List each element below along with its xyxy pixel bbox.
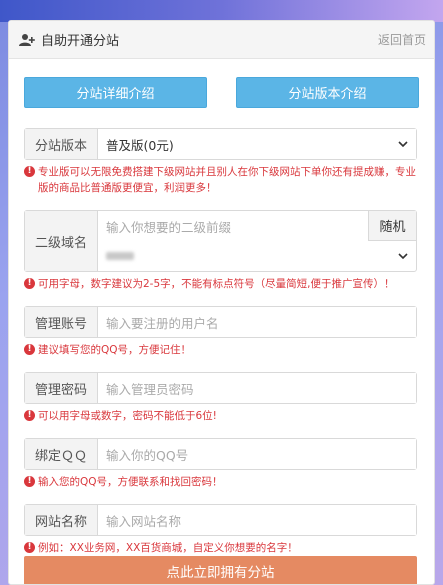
site-name-group: 网站名称 输入网站名称 [24,504,417,536]
warning-icon: ! [24,542,35,553]
warning-icon: ! [24,344,35,355]
version-label: 分站版本 [25,129,98,159]
qq-input[interactable]: 输入你的QQ号 [98,439,416,469]
qq-hint-text: 输入您的QQ号，方便联系和找回密码！ [38,476,223,488]
user-plus-icon [19,33,35,46]
account-label: 管理账号 [25,307,98,337]
substation-detail-button[interactable]: 分站详细介绍 [24,77,207,108]
chevron-down-icon [398,252,408,259]
warning-icon: ! [24,410,35,421]
qq-hint: ! 输入您的QQ号，方便联系和找回密码！ [24,474,419,490]
warning-icon: ! [24,476,35,487]
warning-icon: ! [24,278,35,289]
domain-hint-text: 可用字母，数字建议为2-5字，不能有标点符号（尽量简短,便于推广宣传）！ [38,278,395,290]
panel-header: 自助开通分站 返回首页 [9,21,434,59]
substation-version-button[interactable]: 分站版本介绍 [236,77,419,108]
domain-group: 二级域名 输入你想要的二级前缀 随机 [24,210,417,272]
warning-icon: ! [24,166,35,177]
panel-title-text: 自助开通分站 [41,34,120,49]
open-substation-panel: 自助开通分站 返回首页 分站详细介绍 分站版本介绍 分站版本 普及版(0元) !… [8,20,435,585]
domain-label: 二级域名 [25,211,98,271]
password-label: 管理密码 [25,373,98,403]
site-name-input[interactable]: 输入网站名称 [98,505,416,535]
qq-group: 绑定ＱＱ 输入你的QQ号 [24,438,417,470]
account-input[interactable]: 输入要注册的用户名 [98,307,416,337]
random-domain-button[interactable]: 随机 [369,211,416,240]
site-name-hint: ! 例如：XX业务网，XX百货商城，自定义你想要的名字！ [24,540,419,556]
password-input[interactable]: 输入管理员密码 [98,373,416,403]
chevron-down-icon [398,140,408,147]
version-selected-value: 普及版(0元) [106,137,174,153]
domain-suffix-blurred-value [106,252,134,260]
account-group: 管理账号 输入要注册的用户名 [24,306,417,338]
account-hint: ! 建议填写您的QQ号，方便记住！ [24,342,419,358]
submit-open-substation-button[interactable]: 点此立即拥有分站 [24,556,417,584]
qq-label: 绑定ＱＱ [25,439,98,469]
password-hint-text: 可以用字母或数字，密码不能低于6位! [38,410,217,422]
password-group: 管理密码 输入管理员密码 [24,372,417,404]
version-select[interactable]: 普及版(0元) [98,129,416,159]
domain-hint: ! 可用字母，数字建议为2-5字，不能有标点符号（尽量简短,便于推广宣传）！ [24,276,419,292]
page-background-strip [0,0,443,22]
panel-title: 自助开通分站 [19,30,119,49]
domain-suffix-select[interactable] [98,241,416,271]
password-hint: ! 可以用字母或数字，密码不能低于6位! [24,408,419,424]
account-hint-text: 建议填写您的QQ号，方便记住！ [38,344,192,356]
site-name-label: 网站名称 [25,505,98,535]
version-hint-text: 专业版可以无限免费搭建下级网站并且别人在你下级网站下单你还有提成赚，专业版的商品… [38,166,416,194]
back-home-link[interactable]: 返回首页 [378,31,426,48]
version-hint: ! 专业版可以无限免费搭建下级网站并且别人在你下级网站下单你还有提成赚，专业版的… [24,164,419,196]
site-name-hint-text: 例如：XX业务网，XX百货商城，自定义你想要的名字！ [38,542,298,554]
version-select-group: 分站版本 普及版(0元) [24,128,417,160]
domain-prefix-input[interactable]: 输入你想要的二级前缀 [98,211,369,241]
